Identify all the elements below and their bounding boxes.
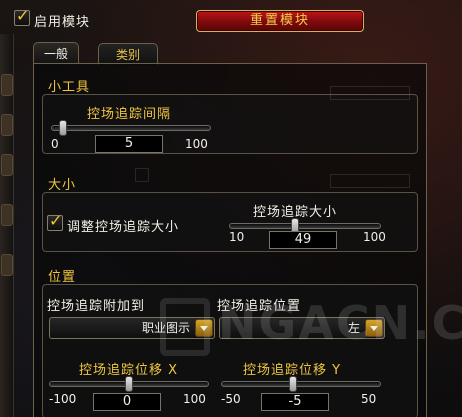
offset-y-slider-thumb[interactable] (289, 376, 298, 392)
reset-module-button[interactable]: 重置模块 (196, 10, 364, 32)
adjust-size-checkbox[interactable]: ✓ (47, 211, 63, 231)
section-title-size: 大小 (48, 178, 77, 193)
enable-module-checkbox[interactable]: ✓ (14, 6, 30, 26)
interval-slider-label: 控场追踪间隔 (87, 107, 172, 122)
offset-y-min: -50 (221, 392, 241, 406)
interval-max: 100 (185, 137, 208, 151)
background-ghost-element (330, 174, 410, 188)
interval-slider-track[interactable] (51, 125, 211, 131)
size-max: 100 (363, 230, 386, 244)
interval-min: 0 (51, 137, 59, 151)
side-tab-icon[interactable] (1, 204, 13, 226)
size-group: ✓ 调整控场追踪大小 控场追踪大小 10 49 100 (42, 192, 418, 252)
gadgets-group: 控场追踪间隔 0 5 100 (42, 94, 418, 154)
offset-x-slider-thumb[interactable] (125, 376, 133, 392)
enable-module-label: 启用模块 (34, 15, 91, 30)
size-min: 10 (229, 230, 245, 244)
tab-categories[interactable]: 类别 (98, 43, 158, 65)
offset-y-value[interactable]: -5 (261, 393, 329, 411)
attach-label: 控场追踪附加到 (47, 299, 146, 314)
section-title-position: 位置 (48, 270, 77, 285)
side-tab-strip (0, 34, 14, 417)
section-title-gadgets: 小工具 (48, 80, 91, 95)
interval-value[interactable]: 5 (95, 135, 163, 153)
offset-x-max: 100 (183, 392, 206, 406)
side-tab-icon[interactable] (1, 74, 13, 96)
adjust-size-label: 调整控场追踪大小 (67, 220, 180, 235)
side-tab-icon[interactable] (1, 254, 13, 276)
checkmark-icon: ✓ (49, 211, 63, 230)
checkmark-icon: ✓ (16, 6, 30, 25)
size-value[interactable]: 49 (269, 231, 337, 249)
offset-y-max: 50 (361, 392, 377, 406)
background-ghost-element (135, 168, 149, 182)
watermark-logo (160, 298, 210, 356)
size-slider-track[interactable] (229, 223, 381, 229)
tab-general[interactable]: 一般 (33, 42, 79, 64)
offset-x-value[interactable]: 0 (93, 393, 161, 411)
settings-panel: 小工具 控场追踪间隔 0 5 100 大小 ✓ 调整控场追踪大小 控场追踪大小 … (33, 63, 427, 417)
background-ghost-element (330, 86, 410, 100)
offset-y-slider-track[interactable] (221, 381, 381, 387)
side-tab-icon[interactable] (1, 154, 13, 176)
offset-x-min: -100 (49, 392, 77, 406)
watermark-text: NGACN.CC (218, 296, 462, 350)
side-tab-icon[interactable] (1, 114, 13, 136)
interval-slider-thumb[interactable] (58, 120, 67, 136)
